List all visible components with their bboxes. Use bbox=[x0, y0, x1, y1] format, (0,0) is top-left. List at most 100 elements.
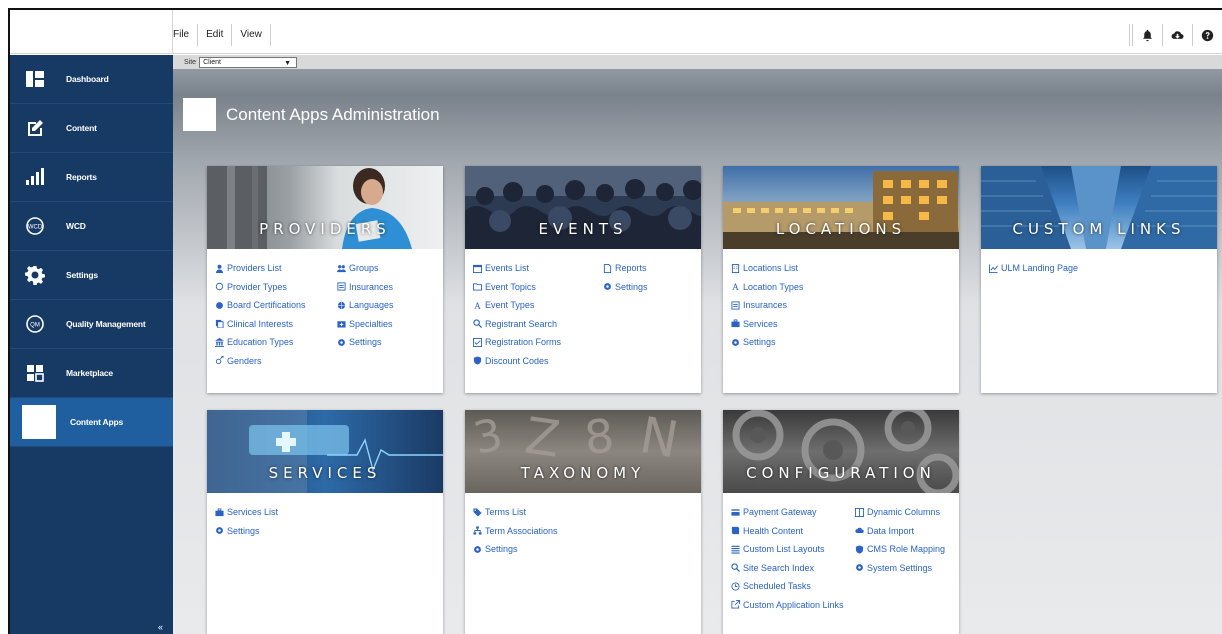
terms-list-link[interactable]: Terms List bbox=[473, 503, 558, 522]
custom-links-banner-image: CUSTOM LINKS bbox=[981, 166, 1217, 249]
svg-text:N: N bbox=[636, 410, 683, 470]
taxonomy-links: Terms List Term Associations Settings bbox=[465, 493, 701, 554]
taxonomy-settings-link[interactable]: Settings bbox=[473, 540, 558, 559]
briefcase-icon bbox=[215, 508, 224, 517]
groups-link[interactable]: Groups bbox=[337, 259, 394, 278]
services-settings-link[interactable]: Settings bbox=[215, 522, 278, 541]
location-types-link[interactable]: A Location Types bbox=[731, 278, 803, 297]
custom-list-layouts-link[interactable]: Custom List Layouts bbox=[731, 540, 844, 559]
wcd-icon: WCD bbox=[24, 215, 46, 237]
marketplace-icon bbox=[24, 362, 46, 384]
locations-insurances-link[interactable]: Insurances bbox=[731, 296, 803, 315]
top-icons bbox=[1132, 24, 1222, 46]
notifications-button[interactable] bbox=[1132, 24, 1162, 46]
card-events: EVENTS Events List Event Topics A Event T… bbox=[465, 166, 701, 393]
svg-text:3: 3 bbox=[469, 410, 507, 465]
menu-spacer bbox=[288, 24, 1130, 46]
custom-application-links-link[interactable]: Custom Application Links bbox=[731, 596, 844, 615]
scheduled-tasks-link[interactable]: Scheduled Tasks bbox=[731, 577, 844, 596]
providers-banner-image: PROVIDERS bbox=[207, 166, 443, 249]
discount-codes-link[interactable]: Discount Codes bbox=[473, 352, 561, 371]
taxonomy-col-1: Terms List Term Associations Settings bbox=[473, 503, 558, 559]
sidebar-item-quality-management[interactable]: QM Quality Management bbox=[10, 300, 173, 349]
card-providers: PROVIDERS Providers List Provider Types … bbox=[207, 166, 443, 393]
font-icon: A bbox=[731, 282, 740, 291]
term-associations-link[interactable]: Term Associations bbox=[473, 522, 558, 541]
locations-services-link[interactable]: Services bbox=[731, 315, 803, 334]
registrant-search-link[interactable]: Registrant Search bbox=[473, 315, 561, 334]
sidebar-item-content[interactable]: Content bbox=[10, 104, 173, 153]
insurances-link[interactable]: Insurances bbox=[337, 278, 394, 297]
services-list-link[interactable]: Services List bbox=[215, 503, 278, 522]
payment-gateway-link[interactable]: Payment Gateway bbox=[731, 503, 844, 522]
providers-settings-link[interactable]: Settings bbox=[337, 333, 394, 352]
events-links: Events List Event Topics A Event Types Re… bbox=[465, 249, 701, 366]
taxonomy-title: TAXONOMY bbox=[520, 464, 646, 482]
download-button[interactable] bbox=[1162, 24, 1192, 46]
services-title: SERVICES bbox=[268, 464, 382, 482]
custom-links-links: ULM Landing Page bbox=[981, 249, 1217, 273]
ulm-landing-page-link[interactable]: ULM Landing Page bbox=[989, 259, 1078, 278]
sidebar-item-label: Content Apps bbox=[70, 417, 123, 427]
provider-types-link[interactable]: Provider Types bbox=[215, 278, 306, 297]
institution-icon bbox=[215, 337, 224, 347]
cms-role-mapping-link[interactable]: CMS Role Mapping bbox=[855, 540, 945, 559]
sidebar-item-marketplace[interactable]: Marketplace bbox=[10, 349, 173, 398]
site-search-index-link[interactable]: Site Search Index bbox=[731, 559, 844, 578]
sidebar-item-label: Content bbox=[66, 123, 97, 133]
event-topics-link[interactable]: Event Topics bbox=[473, 278, 561, 297]
registration-forms-link[interactable]: Registration Forms bbox=[473, 333, 561, 352]
help-button[interactable] bbox=[1192, 24, 1222, 46]
gear-icon bbox=[215, 526, 224, 535]
card-taxonomy: 3 Z 8 N TAXONOMY Terms List Term Associa… bbox=[465, 410, 701, 634]
card-locations: LOCATIONS Locations List A Location Types… bbox=[723, 166, 959, 393]
locations-list-link[interactable]: Locations List bbox=[731, 259, 803, 278]
columns-icon bbox=[855, 507, 864, 517]
languages-link[interactable]: Languages bbox=[337, 296, 394, 315]
data-import-link[interactable]: Data Import bbox=[855, 522, 945, 541]
events-settings-link[interactable]: Settings bbox=[603, 278, 648, 297]
events-list-link[interactable]: Events List bbox=[473, 259, 561, 278]
sidebar-item-label: Dashboard bbox=[66, 74, 109, 84]
events-reports-link[interactable]: Reports bbox=[603, 259, 648, 278]
sidebar-item-settings[interactable]: Settings bbox=[10, 251, 173, 300]
calendar-icon bbox=[473, 264, 482, 273]
clinical-interests-link[interactable]: Clinical Interests bbox=[215, 315, 306, 334]
qm-icon: QM bbox=[24, 313, 46, 335]
specialties-link[interactable]: Specialties bbox=[337, 315, 394, 334]
sidebar-item-content-apps[interactable]: Content Apps bbox=[10, 398, 173, 447]
events-col-2: Reports Settings bbox=[603, 259, 648, 296]
folder-icon bbox=[473, 282, 482, 291]
event-types-link[interactable]: A Event Types bbox=[473, 296, 561, 315]
app-frame: File Edit View Dashboard Content Reports… bbox=[8, 8, 1222, 634]
menu-edit[interactable]: Edit bbox=[198, 24, 233, 46]
sidebar-item-dashboard[interactable]: Dashboard bbox=[10, 55, 173, 104]
gear-icon bbox=[855, 563, 864, 572]
sidebar-item-label: Quality Management bbox=[66, 319, 146, 329]
site-select[interactable]: Client ▼ bbox=[199, 56, 298, 68]
sidebar-collapse-button[interactable]: « bbox=[158, 622, 163, 632]
locations-settings-link[interactable]: Settings bbox=[731, 333, 803, 352]
system-settings-link[interactable]: System Settings bbox=[855, 559, 945, 578]
education-types-link[interactable]: Education Types bbox=[215, 333, 306, 352]
configuration-col-1: Payment Gateway Health Content Custom Li… bbox=[731, 503, 844, 614]
configuration-col-2: Dynamic Columns Data Import CMS Role Map… bbox=[855, 503, 945, 577]
board-certifications-link[interactable]: Board Certifications bbox=[215, 296, 306, 315]
providers-list-link[interactable]: Providers List bbox=[215, 259, 306, 278]
gear-icon bbox=[337, 338, 346, 347]
providers-links: Providers List Provider Types Board Cert… bbox=[207, 249, 443, 366]
site-bar: Site Client ▼ bbox=[173, 55, 1222, 69]
sidebar: Dashboard Content Reports WCD WCD Settin… bbox=[10, 55, 173, 634]
book-icon bbox=[731, 526, 740, 535]
shield-icon bbox=[855, 545, 864, 554]
sidebar-item-wcd[interactable]: WCD WCD bbox=[10, 202, 173, 251]
health-content-link[interactable]: Health Content bbox=[731, 522, 844, 541]
menu-file[interactable]: File bbox=[173, 24, 199, 46]
genders-link[interactable]: Genders bbox=[215, 352, 306, 371]
menu-view[interactable]: View bbox=[232, 24, 271, 46]
dynamic-columns-link[interactable]: Dynamic Columns bbox=[855, 503, 945, 522]
certificate-icon bbox=[215, 301, 224, 310]
sidebar-item-reports[interactable]: Reports bbox=[10, 153, 173, 202]
edit-icon bbox=[24, 117, 46, 139]
globe-icon bbox=[337, 301, 346, 310]
